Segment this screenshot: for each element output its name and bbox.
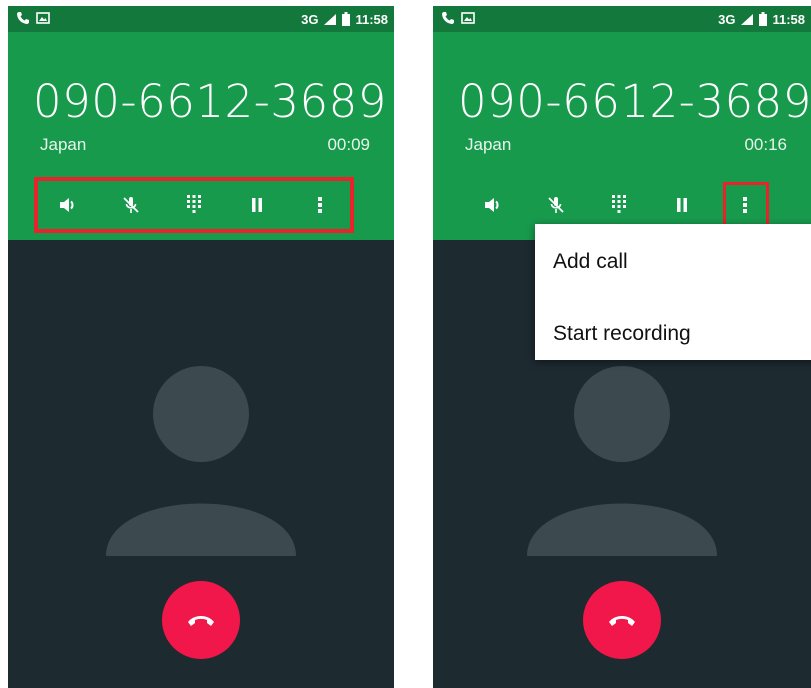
call-header: 090-6612-3689 Japan 00:16 <box>433 32 811 240</box>
more-options-highlight <box>723 182 769 230</box>
caller-avatar-icon <box>527 366 717 556</box>
menu-item-start-recording[interactable]: Start recording <box>553 322 691 346</box>
mute-icon <box>123 197 139 213</box>
dialpad-button[interactable] <box>599 185 639 225</box>
dialpad-icon <box>611 195 626 213</box>
dialpad-button[interactable] <box>174 185 214 225</box>
status-bar: 3G 11:58 <box>8 6 394 32</box>
caller-location: Japan <box>40 135 87 154</box>
phone-call-icon <box>442 12 454 24</box>
hang-up-icon <box>609 616 635 626</box>
call-duration: 00:16 <box>744 135 787 154</box>
mute-button[interactable] <box>111 185 151 225</box>
caller-avatar-icon <box>106 366 296 556</box>
battery-icon <box>342 12 351 26</box>
hang-up-icon <box>188 616 214 626</box>
status-bar: 3G 11:58 <box>433 6 811 32</box>
phone-number: 090-6612-3689 <box>33 75 387 128</box>
dialpad-icon <box>186 195 201 213</box>
battery-icon <box>759 12 768 26</box>
status-time: 11:58 <box>355 11 388 27</box>
caller-location: Japan <box>465 135 512 154</box>
signal-icon <box>741 13 754 25</box>
status-time: 11:58 <box>772 11 805 27</box>
overflow-menu: Add call Start recording <box>535 224 811 360</box>
more-options-icon <box>318 197 323 213</box>
signal-icon <box>324 13 337 25</box>
hold-icon <box>252 198 263 212</box>
more-options-button[interactable] <box>300 185 340 225</box>
call-header: 090-6612-3689 Japan 00:09 <box>8 32 394 240</box>
speaker-icon <box>484 198 499 212</box>
call-screen-1: 3G 11:58 090-6612-3689 Japan 00:09 <box>8 6 394 688</box>
hold-button[interactable] <box>237 185 277 225</box>
call-screen-2: 3G 11:58 090-6612-3689 Japan 00:16 Add c… <box>433 6 811 688</box>
phone-call-icon <box>17 12 29 24</box>
call-duration: 00:09 <box>327 135 370 154</box>
end-call-button[interactable] <box>162 581 240 659</box>
mute-button[interactable] <box>536 185 576 225</box>
mute-icon <box>548 197 564 213</box>
network-type: 3G <box>718 11 736 27</box>
end-call-button[interactable] <box>583 581 661 659</box>
network-type: 3G <box>301 11 319 27</box>
speaker-icon <box>59 198 74 212</box>
image-notification-icon <box>36 12 50 24</box>
call-controls <box>34 177 354 233</box>
speaker-button[interactable] <box>473 185 513 225</box>
speaker-button[interactable] <box>48 185 88 225</box>
menu-item-add-call[interactable]: Add call <box>553 250 628 274</box>
hold-icon <box>677 198 688 212</box>
phone-number: 090-6612-3689 <box>458 75 811 128</box>
image-notification-icon <box>461 12 475 24</box>
hold-button[interactable] <box>662 185 702 225</box>
